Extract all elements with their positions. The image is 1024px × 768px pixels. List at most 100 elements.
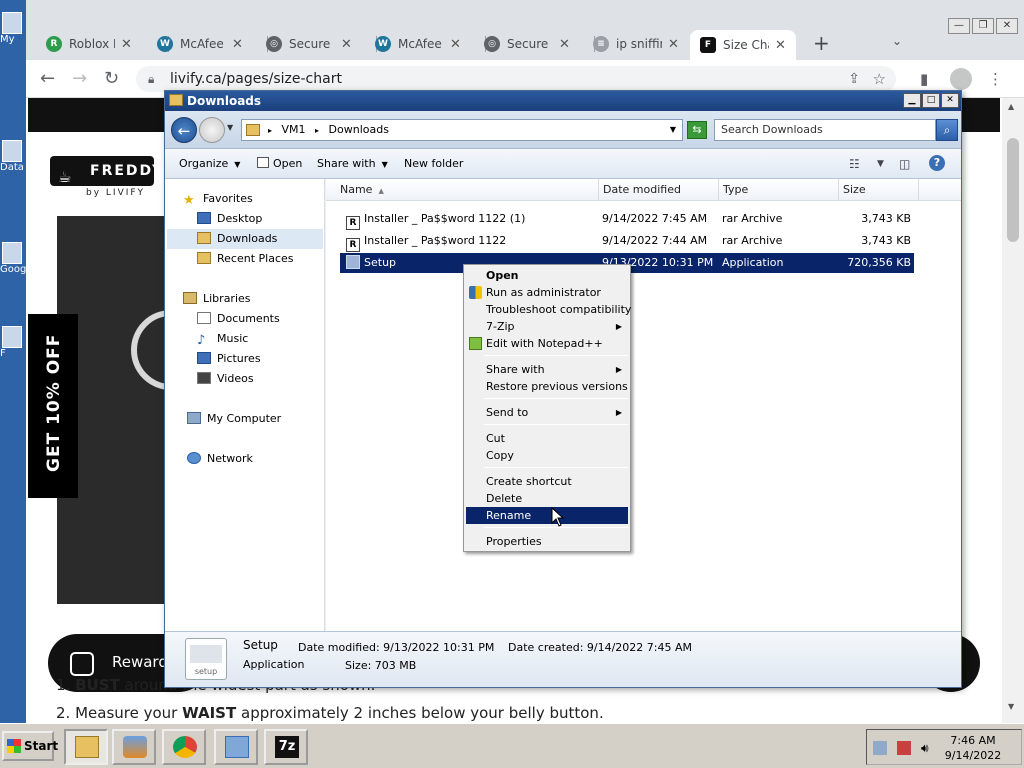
new-tab-button[interactable]: + <box>813 31 830 55</box>
share-icon[interactable]: ⇪ <box>848 66 860 92</box>
side-panel-icon[interactable]: ▮ <box>920 70 928 88</box>
recent-pages-chevron-icon[interactable]: ▼ <box>227 123 233 132</box>
clock[interactable]: 7:46 AM 9/14/2022 <box>943 733 1003 763</box>
nav-desktop[interactable]: Desktop <box>197 209 262 229</box>
back-arrow-icon[interactable]: ← <box>40 68 55 89</box>
taskbar-control-panel-button[interactable] <box>214 729 258 765</box>
discount-tab[interactable]: GET 10% OFF <box>28 314 78 498</box>
nav-pictures[interactable]: Pictures <box>197 349 261 369</box>
desktop-icon-google[interactable]: Goog <box>0 242 26 275</box>
lock-icon[interactable]: 🔒︎ <box>148 66 154 92</box>
menu-item-delete[interactable]: Delete <box>466 490 628 507</box>
menu-item-run-as-administrator[interactable]: Run as administrator <box>466 284 628 301</box>
tab-mcafee-2[interactable]: W McAfee ✕ <box>375 30 461 58</box>
tab-search-chevron-icon[interactable]: ⌄ <box>892 34 902 48</box>
column-name[interactable]: Name ▲ <box>326 179 599 201</box>
nav-videos[interactable]: Videos <box>197 369 254 389</box>
view-options-icon[interactable]: ☷ <box>849 157 860 171</box>
menu-dots-icon[interactable]: ⋮ <box>988 70 1003 88</box>
menu-item-send-to[interactable]: Send to ▶ <box>466 404 628 421</box>
tab-ip-sniffing[interactable]: ≡ ip sniffin ✕ <box>593 30 679 58</box>
open-button[interactable]: Open <box>257 157 302 170</box>
chevron-down-icon[interactable]: ▼ <box>877 159 884 169</box>
close-icon[interactable]: ✕ <box>450 37 461 52</box>
maximize-button[interactable]: ❐ <box>972 18 994 34</box>
column-type[interactable]: Type <box>719 179 839 201</box>
tab-size-chart[interactable]: F Size Cha ✕ <box>690 30 796 60</box>
nav-music[interactable]: ♪ Music <box>197 329 248 349</box>
taskbar-chrome-button[interactable] <box>162 729 206 765</box>
tab-secure-2[interactable]: ◎ Secure D ✕ <box>484 30 570 58</box>
help-icon[interactable]: ? <box>929 155 945 171</box>
page-scrollbar[interactable]: ▲ ▼ <box>1002 98 1024 723</box>
menu-item-7zip[interactable]: 7-Zip ▶ <box>466 318 628 335</box>
column-date-modified[interactable]: Date modified <box>599 179 719 201</box>
close-icon[interactable]: ✕ <box>559 37 570 52</box>
breadcrumb[interactable]: ▸ VM1 ▸ Downloads ▼ <box>241 119 683 141</box>
menu-item-create-shortcut[interactable]: Create shortcut <box>466 473 628 490</box>
taskbar-explorer-button[interactable] <box>64 729 108 765</box>
new-folder-button[interactable]: New folder <box>404 157 463 170</box>
nav-my-computer[interactable]: My Computer <box>187 409 281 429</box>
close-icon[interactable]: ✕ <box>121 37 132 52</box>
bookmark-star-icon[interactable]: ☆ <box>873 66 886 92</box>
forward-arrow-icon[interactable] <box>199 117 225 143</box>
menu-item-troubleshoot[interactable]: Troubleshoot compatibility <box>466 301 631 318</box>
tab-mcafee-1[interactable]: W McAfee ✕ <box>157 30 243 58</box>
refresh-icon[interactable]: ⇆ <box>687 121 707 139</box>
close-icon[interactable]: ✕ <box>341 37 352 52</box>
menu-item-copy[interactable]: Copy <box>466 447 628 464</box>
search-icon[interactable]: ⌕ <box>936 119 958 141</box>
profile-avatar[interactable] <box>950 68 972 90</box>
close-icon[interactable]: ✕ <box>668 37 679 52</box>
nav-recent-places[interactable]: Recent Places <box>197 249 294 269</box>
organize-button[interactable]: Organize ▼ <box>179 157 240 170</box>
network-status-icon[interactable] <box>873 741 887 755</box>
search-input[interactable]: Search Downloads <box>714 119 936 141</box>
scroll-thumb[interactable] <box>1007 138 1019 242</box>
address-bar[interactable]: 🔒︎ livify.ca/pages/size-chart ⇪ ☆ <box>136 66 896 92</box>
nav-favorites[interactable]: ★ Favorites <box>183 189 253 209</box>
menu-item-open[interactable]: Open <box>466 267 628 284</box>
chevron-right-icon[interactable]: ▸ <box>315 126 319 135</box>
minimize-button[interactable]: ▁ <box>903 93 921 108</box>
taskbar-media-player-button[interactable] <box>112 729 156 765</box>
desktop-icon-f[interactable]: F <box>0 326 26 359</box>
start-button[interactable]: Start <box>2 731 58 761</box>
close-button[interactable]: ✕ <box>941 93 959 108</box>
menu-item-share-with[interactable]: Share with ▶ <box>466 361 628 378</box>
nav-libraries[interactable]: Libraries <box>183 289 251 309</box>
desktop-icon-my-computer[interactable]: My <box>0 12 26 45</box>
maximize-button[interactable]: □ <box>922 93 940 108</box>
scroll-up-icon[interactable]: ▲ <box>1008 102 1014 111</box>
reload-icon[interactable]: ↻ <box>104 68 119 89</box>
menu-item-edit-notepad[interactable]: Edit with Notepad++ <box>466 335 628 352</box>
minimize-button[interactable]: — <box>948 18 970 34</box>
menu-item-properties[interactable]: Properties <box>466 533 628 550</box>
menu-item-rename[interactable]: Rename <box>466 507 628 524</box>
breadcrumb-downloads[interactable]: Downloads <box>329 123 389 136</box>
menu-item-cut[interactable]: Cut <box>466 430 628 447</box>
back-arrow-icon[interactable]: ← <box>171 117 197 143</box>
close-icon[interactable]: ✕ <box>232 37 243 52</box>
volume-icon[interactable]: 🔊︎ <box>921 741 935 755</box>
nav-downloads[interactable]: Downloads <box>167 229 323 249</box>
preview-pane-icon[interactable]: ◫ <box>899 157 910 171</box>
close-button[interactable]: ✕ <box>996 18 1018 34</box>
menu-item-restore-versions[interactable]: Restore previous versions <box>466 378 628 395</box>
desktop-icon-data[interactable]: Data <box>0 140 26 173</box>
tab-roblox[interactable]: R Roblox I ✕ <box>46 30 132 58</box>
file-row[interactable]: R Installer _ Pa$$word 1122 9/14/2022 7:4… <box>340 231 914 252</box>
nav-network[interactable]: Network <box>187 449 253 469</box>
close-icon[interactable]: ✕ <box>775 38 786 53</box>
breadcrumb-vm1[interactable]: VM1 <box>282 123 306 136</box>
chevron-right-icon[interactable]: ▸ <box>268 126 272 135</box>
chevron-down-icon[interactable]: ▼ <box>670 120 676 140</box>
freddy-logo[interactable]: ☕︎ FREDDY by LIVIFY <box>50 156 162 202</box>
share-with-button[interactable]: Share with ▼ <box>317 157 388 170</box>
explorer-title-bar[interactable]: Downloads ▁ □ ✕ <box>165 91 961 111</box>
column-size[interactable]: Size <box>839 179 919 201</box>
file-row[interactable]: R Installer _ Pa$$word 1122 (1) 9/14/2022… <box>340 209 914 230</box>
scroll-down-icon[interactable]: ▼ <box>1008 702 1014 711</box>
nav-documents[interactable]: Documents <box>197 309 280 329</box>
